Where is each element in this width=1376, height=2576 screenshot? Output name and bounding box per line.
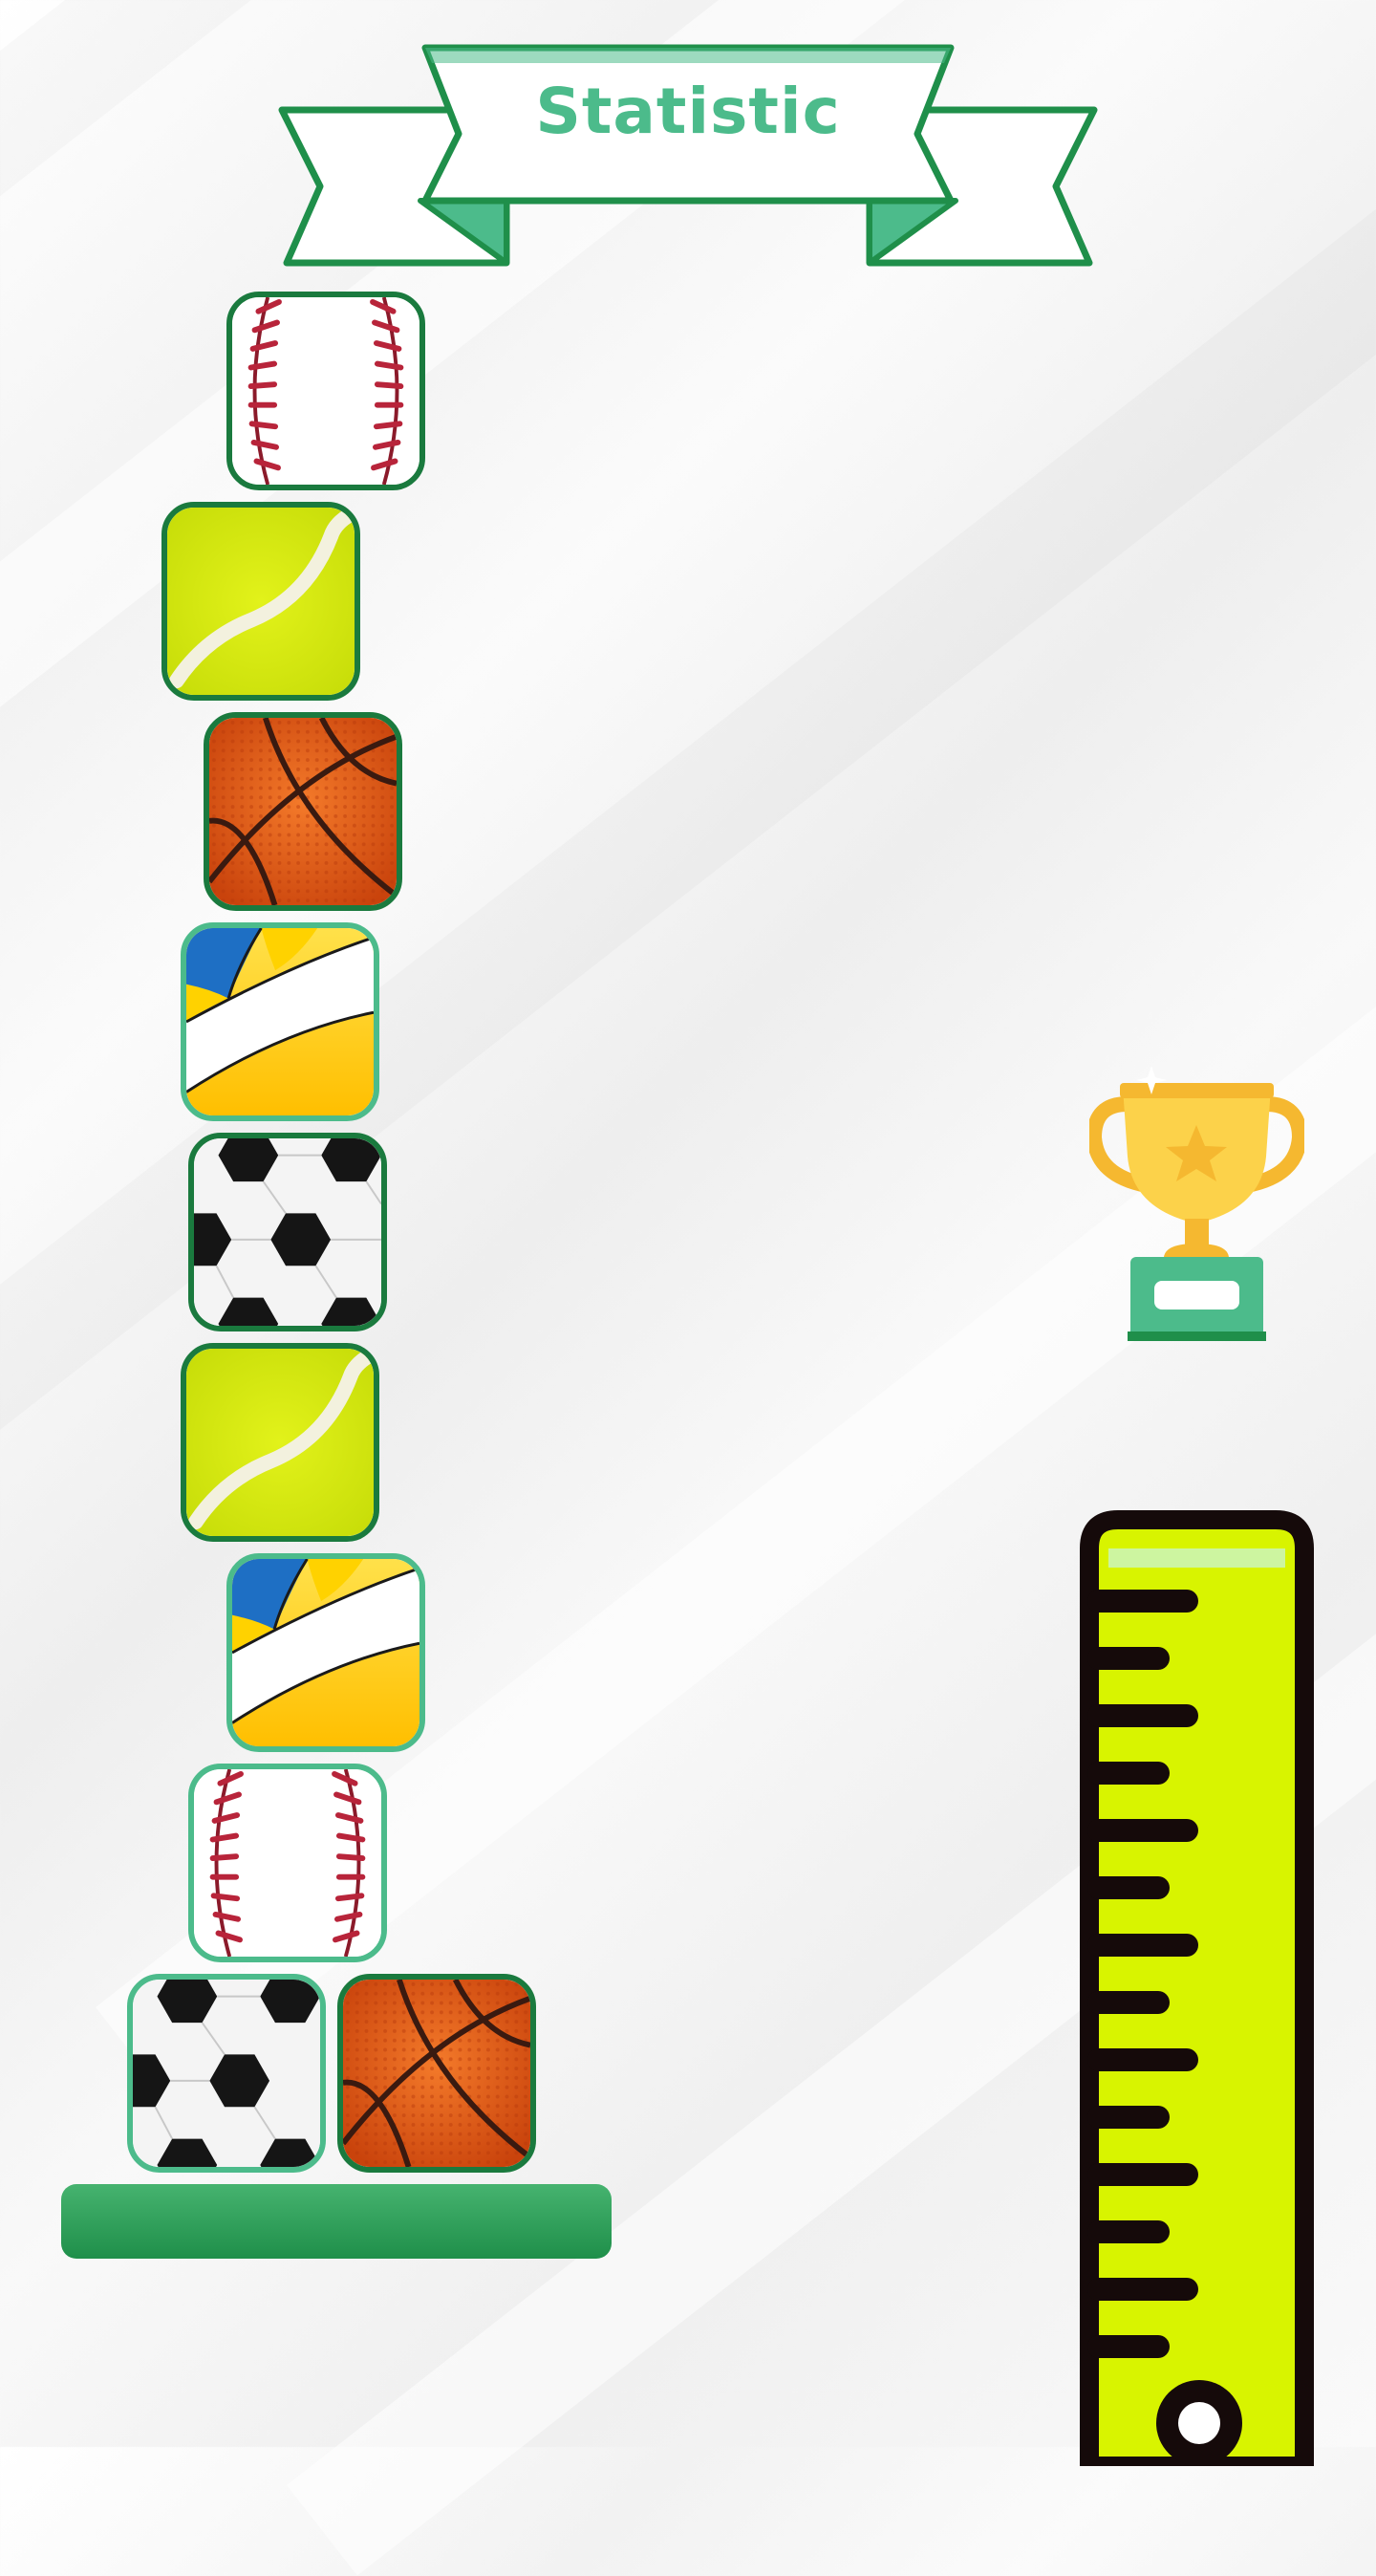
tile-basketball[interactable] [204,712,402,911]
tile-baseball[interactable] [188,1764,387,1962]
basketball-icon [209,718,397,905]
soccer-ball-icon [194,1138,381,1326]
tile-baseball[interactable] [226,292,425,490]
baseball-icon [232,297,419,485]
trophy-icon [1089,1066,1304,1341]
tile-soccer[interactable] [188,1133,387,1331]
volleyball-icon [232,1559,419,1746]
tile-basketball[interactable] [337,1974,536,2173]
tile-volleyball[interactable] [181,922,379,1121]
baseball-icon [194,1769,381,1957]
volleyball-icon [186,928,374,1115]
page-title: Statistic [535,75,841,148]
tennis-ball-icon [186,1349,374,1536]
soccer-ball-icon [133,1980,320,2167]
tile-volleyball[interactable] [226,1553,425,1752]
tile-soccer[interactable] [127,1974,326,2173]
basketball-icon [343,1980,530,2167]
tile-tennis[interactable] [161,502,360,701]
stack-platform [61,2184,612,2259]
tile-tennis[interactable] [181,1343,379,1542]
height-ruler-icon [1080,1510,1314,2466]
tennis-ball-icon [167,508,355,695]
